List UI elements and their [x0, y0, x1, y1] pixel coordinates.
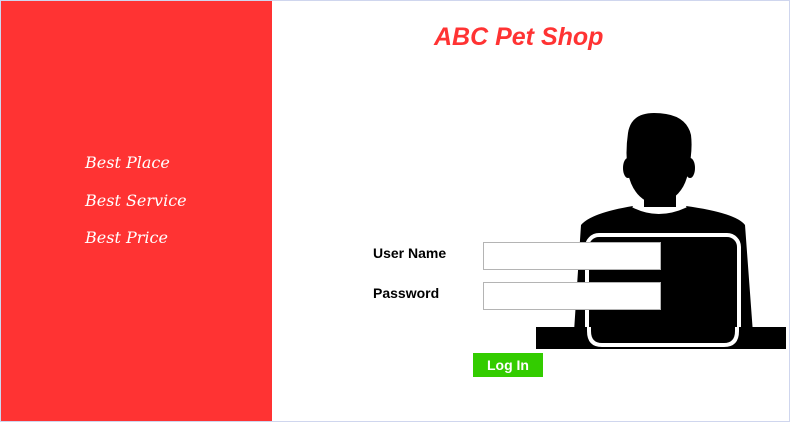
- user-at-laptop-icon: [536, 113, 786, 349]
- slogan-best-price: Best Price: [85, 228, 168, 247]
- password-label: Password: [373, 285, 440, 301]
- slogan-best-place: Best Place: [85, 153, 170, 172]
- login-window: Best Place Best Service Best Price ABC P…: [0, 0, 790, 422]
- password-field[interactable]: [483, 282, 661, 310]
- slogan-best-service: Best Service: [85, 191, 187, 210]
- username-field[interactable]: [483, 242, 661, 270]
- username-label: User Name: [373, 245, 447, 261]
- page-title: ABC Pet Shop: [434, 23, 604, 51]
- login-button[interactable]: Log In: [473, 353, 543, 377]
- brand-panel: Best Place Best Service Best Price: [1, 1, 272, 421]
